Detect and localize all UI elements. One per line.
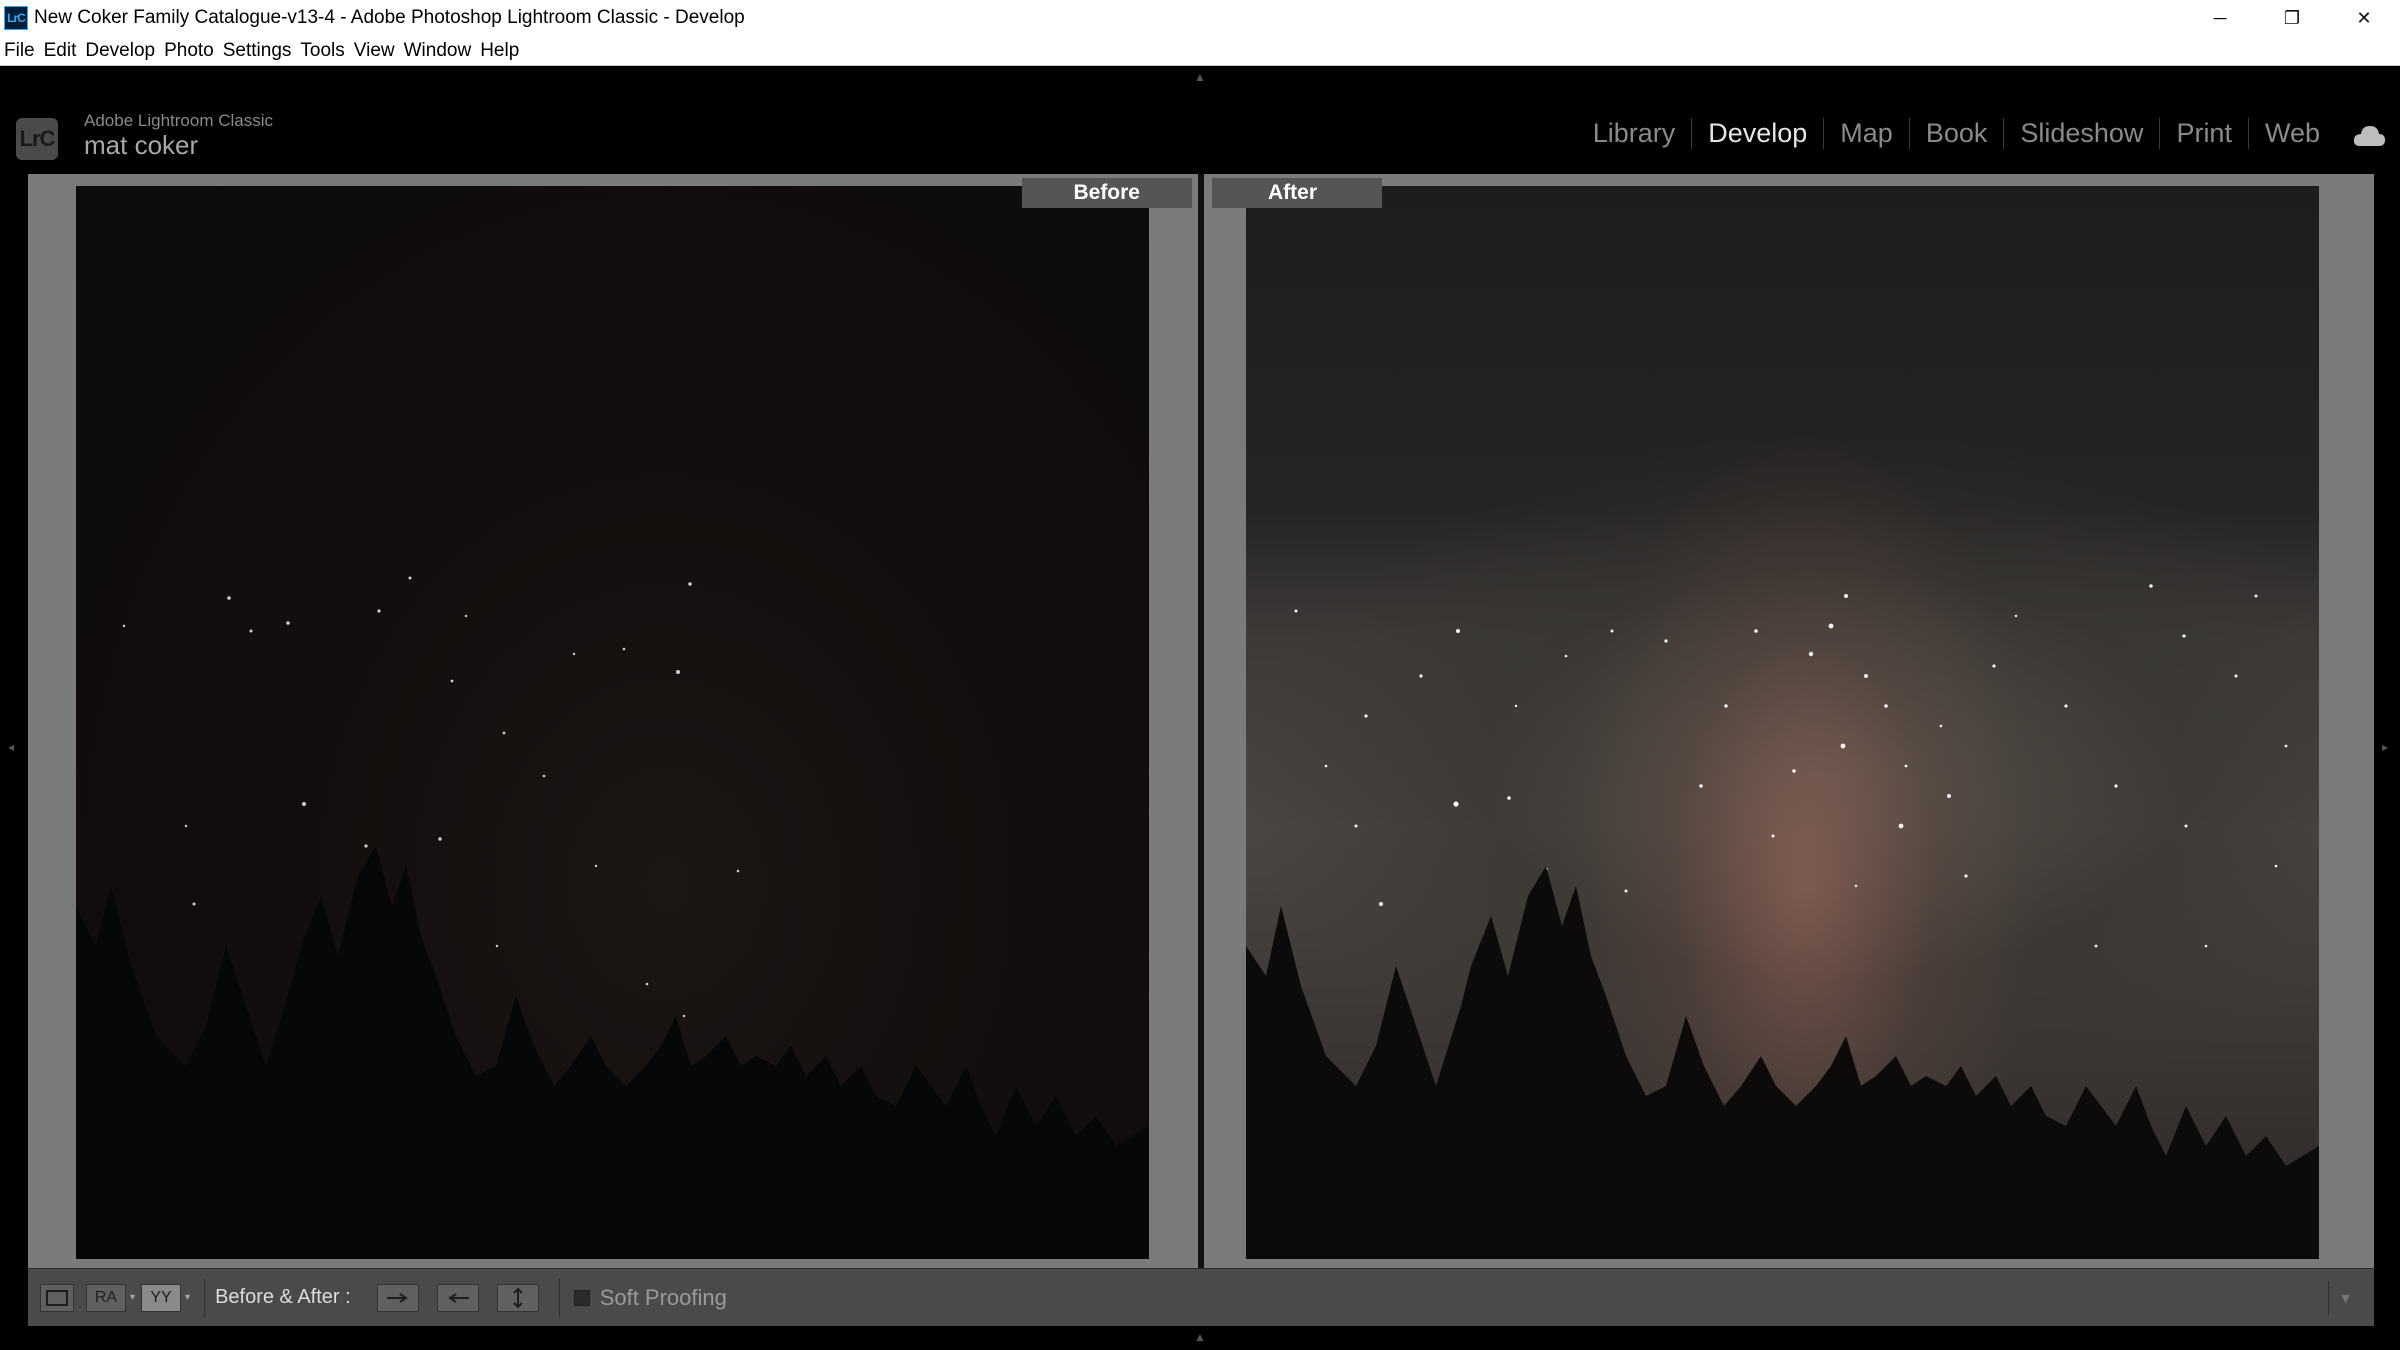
after-label: After	[1212, 178, 1382, 208]
before-photo-image	[76, 576, 1149, 1259]
after-photo-image	[1246, 584, 2319, 1259]
menu-photo[interactable]: Photo	[164, 40, 214, 62]
before-after-split-icon[interactable]: YY	[141, 1283, 182, 1312]
menu-file[interactable]: File	[4, 40, 35, 62]
arrow-right-glyph-icon	[386, 1292, 408, 1303]
menu-edit[interactable]: Edit	[44, 40, 77, 62]
cloud-icon[interactable]	[2352, 122, 2386, 150]
module-map[interactable]: Map	[1823, 118, 1909, 149]
right-panel-toggle-icon[interactable]: ▸	[2382, 740, 2388, 754]
arrow-left-glyph-icon	[447, 1292, 469, 1303]
swap-glyph-icon	[512, 1287, 523, 1308]
swap-before-after-icon[interactable]	[496, 1283, 539, 1312]
toolbar-separator	[558, 1278, 560, 1317]
menu-settings[interactable]: Settings	[223, 40, 292, 62]
identity-plate: ▲ LrC Adobe Lightroom Classic mat coker …	[0, 66, 2400, 172]
bottom-panel-toggle-icon[interactable]: ▲	[1194, 1330, 1206, 1344]
close-button[interactable]: ✕	[2328, 0, 2400, 36]
window-controls: ─ ❐ ✕	[2184, 0, 2400, 36]
restore-button[interactable]: ❐	[2256, 0, 2328, 36]
before-after-label: Before & After :	[215, 1286, 351, 1308]
lightroom-app-icon: LrC	[4, 6, 28, 30]
menu-help[interactable]: Help	[480, 40, 519, 62]
module-web[interactable]: Web	[2247, 118, 2336, 149]
top-panel-toggle-icon[interactable]: ▲	[1194, 70, 1206, 84]
window-title: New Coker Family Catalogue-v13-4 - Adobe…	[34, 7, 745, 28]
filmstrip-collapsed: ▲	[0, 1326, 2400, 1350]
split-dropdown-icon[interactable]: ▾	[185, 1292, 190, 1303]
menu-tools[interactable]: Tools	[300, 40, 344, 62]
menu-bar: File Edit Develop Photo Settings Tools V…	[0, 36, 2400, 66]
minimize-button[interactable]: ─	[2184, 0, 2256, 36]
before-label: Before	[1022, 178, 1192, 208]
toolbar-separator	[204, 1278, 206, 1317]
toolbar-menu-icon[interactable]: ▼	[2328, 1281, 2362, 1315]
left-panel-toggle-icon[interactable]: ◂	[8, 740, 14, 754]
lrc-logo: LrC	[16, 118, 58, 160]
loupe-glyph-icon	[46, 1289, 68, 1306]
copy-after-to-before-icon[interactable]	[436, 1283, 479, 1312]
module-slideshow[interactable]: Slideshow	[2003, 118, 2159, 149]
module-book[interactable]: Book	[1908, 118, 2004, 149]
soft-proofing-label: Soft Proofing	[599, 1284, 727, 1310]
before-after-left-right-icon[interactable]: RA	[86, 1283, 126, 1312]
before-photo[interactable]	[76, 186, 1149, 1259]
module-picker: Library Develop Map Book Slideshow Print…	[1577, 118, 2336, 149]
before-after-view: Before After	[28, 174, 2374, 1268]
after-photo[interactable]	[1246, 186, 2319, 1259]
module-print[interactable]: Print	[2159, 118, 2248, 149]
copy-before-to-after-icon[interactable]	[376, 1283, 419, 1312]
after-pane: After	[1204, 174, 2374, 1268]
window-title-bar: LrC New Coker Family Catalogue-v13-4 - A…	[0, 0, 2400, 36]
app-label: Adobe Lightroom Classic	[84, 111, 273, 130]
module-library[interactable]: Library	[1577, 118, 1692, 149]
loupe-view-icon[interactable]	[40, 1283, 74, 1312]
develop-toolbar: RA ▾ YY ▾ Before & After : Soft Proofing…	[28, 1268, 2374, 1326]
soft-proofing-checkbox[interactable]	[573, 1289, 590, 1306]
view-dropdown-icon[interactable]: ▾	[130, 1292, 135, 1303]
menu-window[interactable]: Window	[404, 40, 472, 62]
menu-develop[interactable]: Develop	[85, 40, 155, 62]
before-pane: Before	[28, 174, 1198, 1268]
menu-view[interactable]: View	[354, 40, 395, 62]
module-develop[interactable]: Develop	[1691, 118, 1823, 149]
user-name: mat coker	[84, 130, 199, 160]
